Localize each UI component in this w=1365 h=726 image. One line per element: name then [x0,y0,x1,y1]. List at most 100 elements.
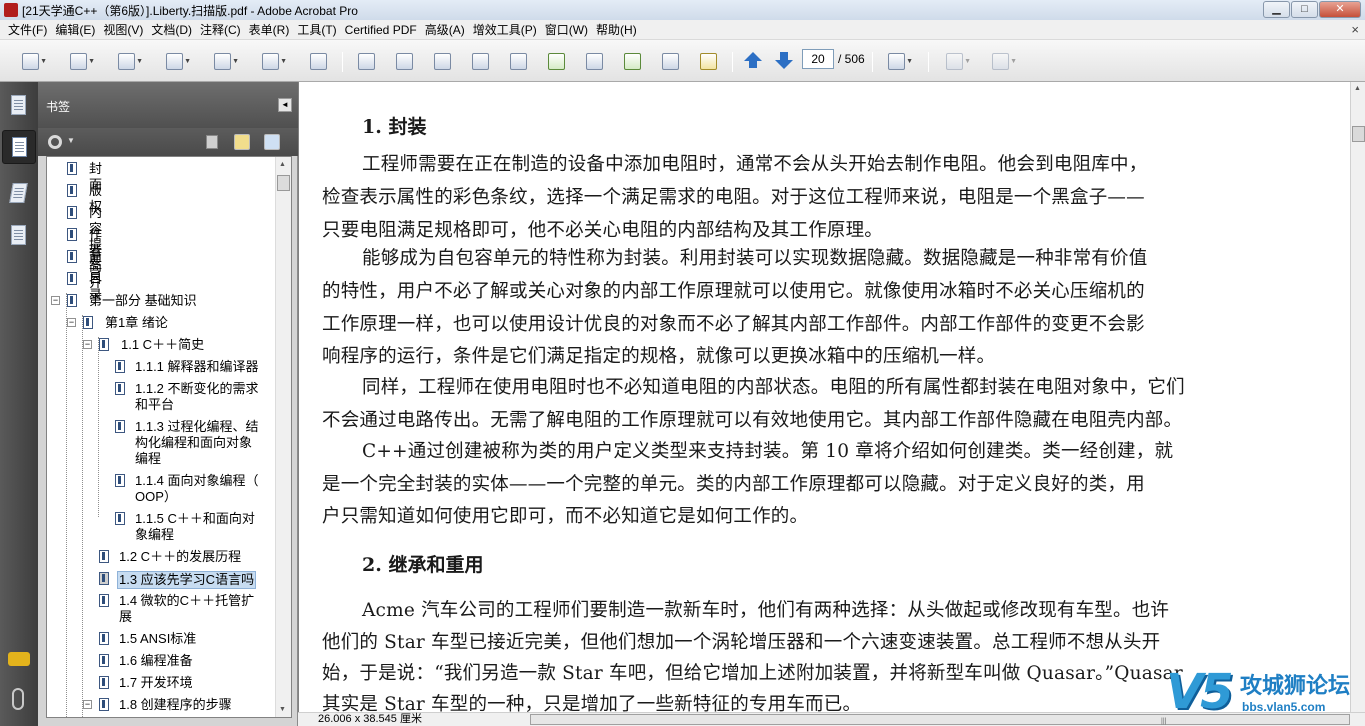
scroll-thumb[interactable] [277,175,290,191]
bookmark-icon [115,512,125,525]
document-vertical-scrollbar[interactable]: ▲ [1350,82,1365,712]
pan-tool-button[interactable]: ▼ [114,50,143,72]
menu-plugins[interactable]: 增效工具(P) [469,21,541,38]
close-document-icon[interactable]: × [1351,22,1359,37]
undo-icon [946,53,963,70]
expand-bookmark-icon[interactable] [264,134,280,150]
redo-icon [992,53,1009,70]
funnel-icon [510,53,527,70]
pages-panel-icon[interactable] [8,94,30,118]
warning-button[interactable] [696,50,720,72]
snapshot-tool-button[interactable] [306,50,330,72]
forms-button[interactable] [544,50,568,72]
export-button[interactable] [620,50,644,72]
paragraph-line: 始，于是说：“我们另造一款 Star 车吧，但给它增加上述附加装置，并将新型车叫… [322,663,1183,684]
section-heading: 2. 继承和重用 [362,554,484,576]
find-button[interactable] [354,50,378,72]
menu-edit[interactable]: 编辑(E) [51,21,99,38]
options-gear-icon[interactable] [48,135,62,149]
bookmark-icon [67,228,77,241]
menu-file[interactable]: 文件(F) [4,21,51,38]
review-button[interactable] [392,50,416,72]
new-bookmark-icon[interactable] [234,134,250,150]
toolbar-separator [732,52,733,72]
menu-window[interactable]: 窗口(W) [541,21,592,38]
marquee-tool-button[interactable]: ▼ [66,50,95,72]
menu-bar: 文件(F) 编辑(E) 视图(V) 文档(D) 注释(C) 表单(R) 工具(T… [0,20,1365,40]
scroll-up-icon[interactable]: ▲ [1354,85,1361,92]
pin-icon [262,53,279,70]
page-layout-button[interactable]: ▼ [884,50,913,72]
minimize-button[interactable]: ▁ [1263,1,1290,18]
bookmark-icon [83,316,93,329]
delete-bookmark-icon[interactable] [206,135,218,149]
paragraph-line: 不会通过电路传出。无需了解电阻的工作原理就可以有效地使用它。其内部工作部件隐藏在… [322,410,1183,431]
collapse-toggle-icon[interactable]: − [83,340,92,349]
next-page-icon[interactable] [775,52,793,69]
menu-certified-pdf[interactable]: Certified PDF [341,23,421,37]
close-button[interactable]: ✕ [1319,1,1361,18]
menu-document[interactable]: 文档(D) [147,21,196,38]
bookmark-icon [99,338,109,351]
redo-button[interactable]: ▼ [988,50,1017,72]
paragraph-line: 工作原理一样，也可以使用设计优良的对象而不必了解其内部工作部件。内部工作部件的变… [322,314,1145,335]
web-button[interactable] [430,50,454,72]
dropdown-arrow-icon: ▼ [232,58,239,65]
menu-view[interactable]: 视图(V) [99,21,147,38]
sign-tool-button[interactable]: ▼ [210,50,239,72]
layers-panel-icon[interactable] [8,224,30,248]
bookmark-icon [115,420,125,433]
menu-help[interactable]: 帮助(H) [592,21,641,38]
gear-icon [472,53,489,70]
collapse-toggle-icon[interactable]: − [51,296,60,305]
camera-button[interactable] [658,50,682,72]
comments-panel-icon[interactable] [8,652,30,666]
menu-advanced[interactable]: 高级(A) [421,21,469,38]
acrobat-app-icon[interactable] [4,3,18,17]
filter-button[interactable] [506,50,530,72]
bookmarks-scrollbar[interactable]: ▲ ▼ [275,157,291,717]
menu-tools[interactable]: 工具(T) [293,21,340,38]
chevron-down-icon[interactable]: ▼ [67,136,75,145]
collapse-toggle-icon[interactable]: − [67,318,76,327]
select-tool-button[interactable]: ▼ [18,50,47,72]
previous-page-icon[interactable] [744,52,762,68]
maximize-button[interactable]: □ [1291,1,1318,18]
bookmarks-title: 书签 [46,100,71,114]
paragraph-line: 的特性，用户不必了解或关心对象的内部工作原理就可以使用它。就像使用冰箱时不必关心… [322,281,1145,302]
watermark-logo: V5 攻城狮论坛 bbs.vlan5.com [1162,662,1365,726]
bookmark-icon [115,360,125,373]
collapse-panel-icon[interactable]: ◄ [278,98,292,112]
menu-forms[interactable]: 表单(R) [245,21,294,38]
page-size-label: 26.006 x 38.545 厘米 [318,713,422,725]
print-button[interactable] [582,50,606,72]
menu-comments[interactable]: 注释(C) [196,21,245,38]
toolbar-separator [928,52,929,72]
dropdown-arrow-icon: ▼ [184,58,191,65]
scroll-up-icon[interactable]: ▲ [279,161,286,168]
paragraph-line: 他们的 Star 车型已接近完美，但他们想加一个涡轮增压器和一个六速变速装置。总… [322,632,1161,653]
page-number-input[interactable]: 20 [802,49,834,69]
paragraph-line: 响程序的运行，条件是它们满足指定的规格，就像可以更换冰箱中的压缩机一样。 [322,346,996,367]
attachments-panel-icon[interactable] [12,688,24,710]
stamp-tool-button[interactable]: ▼ [258,50,287,72]
bookmarks-panel-icon[interactable] [2,130,36,164]
printer-icon [586,53,603,70]
settings-button[interactable] [468,50,492,72]
scroll-thumb[interactable] [1352,126,1365,142]
bookmarks-panel: 书签 ◄ ▼ 封面 版权 内容提要 作者简介 前言 目录 − 第一部分 基础知识 … [38,82,298,726]
paragraph-line: 检查表示属性的彩色条纹，选择一个满足需求的电阻。对于这位工程师来说，电阻是一个黑… [322,187,1145,208]
tree-guide-line [82,315,83,717]
collapse-toggle-icon[interactable]: − [83,700,92,709]
dropdown-arrow-icon: ▼ [136,58,143,65]
undo-button[interactable]: ▼ [942,50,971,72]
watermark-name: 攻城狮论坛 [1240,673,1351,698]
signatures-panel-icon[interactable] [8,182,30,206]
scroll-down-icon[interactable]: ▼ [279,706,286,713]
page-layout-icon [888,53,905,70]
magnifier-icon [358,53,375,70]
dropdown-arrow-icon: ▼ [964,58,971,65]
window-title: [21天学通C++（第6版）].Liberty.扫描版.pdf - Adobe … [22,3,358,18]
paragraph-line: 能够成为自包容单元的特性称为封装。利用封装可以实现数据隐藏。数据隐藏是一种非常有… [362,248,1148,269]
text-tool-button[interactable]: ▼ [162,50,191,72]
